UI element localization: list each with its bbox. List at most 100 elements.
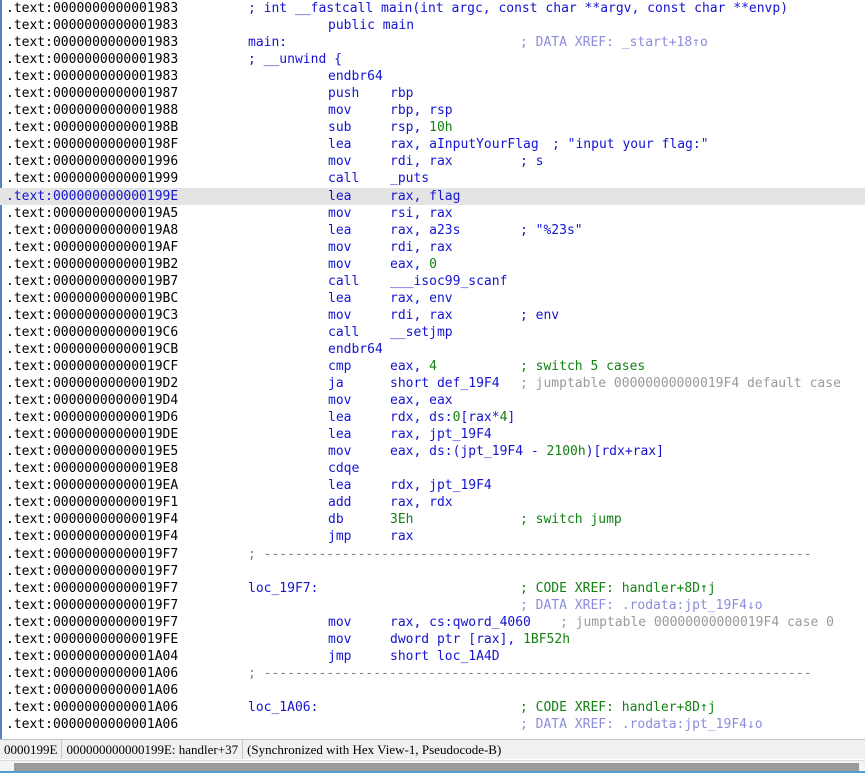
disassembly-line[interactable]: .text:0000000000001999call_puts <box>0 170 865 187</box>
instruction-mnemonic: cmp <box>328 358 351 375</box>
line-address: .text:00000000000019F7 <box>6 614 178 631</box>
disassembly-line[interactable]: .text:0000000000001983main:; DATA XREF: … <box>0 34 865 51</box>
disassembly-line[interactable]: .text:00000000000019F7; DATA XREF: .roda… <box>0 597 865 614</box>
instruction-operands[interactable]: rdi, rax <box>390 239 453 256</box>
disassembly-line[interactable]: .text:0000000000001A06 ; DATA XREF: .roda… <box>0 716 865 733</box>
instruction-operands[interactable]: rdi, rax <box>390 153 453 170</box>
line-address: .text:0000000000001A06 <box>6 716 178 733</box>
disassembly-line[interactable]: .text:00000000000019CBendbr64 <box>0 341 865 358</box>
disassembly-line[interactable]: .text:00000000000019D4moveax, eax <box>0 392 865 409</box>
disassembly-line[interactable]: .text:000000000000198Bsubrsp, 10h <box>0 119 865 136</box>
instruction-mnemonic: mov <box>328 256 351 273</box>
disassembly-line[interactable]: .text:00000000000019E8cdqe <box>0 460 865 477</box>
instruction-operands[interactable]: rsi, rax <box>390 205 453 222</box>
disassembly-line[interactable]: .text:0000000000001988movrbp, rsp <box>0 102 865 119</box>
instruction-operands[interactable]: __setjmp <box>390 324 453 341</box>
disassembly-line[interactable]: .text:00000000000019D2jashort def_19F4; … <box>0 375 865 392</box>
disassembly-listing[interactable]: .text:0000000000001983; int __fastcall m… <box>0 0 865 739</box>
instruction-operands[interactable]: ___isoc99_scanf <box>390 273 507 290</box>
horizontal-scrollbar-thumb[interactable] <box>14 763 859 771</box>
line-address: .text:00000000000019C6 <box>6 324 178 341</box>
instruction-operands[interactable]: short def_19F4 <box>390 375 500 392</box>
disassembly-line[interactable]: .text:00000000000019A5movrsi, rax <box>0 205 865 222</box>
disassembly-line[interactable]: .text:00000000000019F7loc_19F7:; CODE XR… <box>0 580 865 597</box>
instruction-operands[interactable]: rax, flag <box>390 188 460 205</box>
line-address: .text:00000000000019B2 <box>6 256 178 273</box>
instruction-operands[interactable]: rax, cs:qword_4060 <box>390 614 531 631</box>
disassembly-line[interactable]: .text:0000000000001A06; ----------------… <box>0 665 865 682</box>
line-address: .text:00000000000019F7 <box>6 580 178 597</box>
disassembly-line[interactable]: .text:00000000000019FEmovdword ptr [rax]… <box>0 631 865 648</box>
instruction-operands[interactable]: rax, aInputYourFlag <box>390 136 539 153</box>
disassembly-line[interactable]: .text:00000000000019F1addrax, rdx <box>0 494 865 511</box>
instruction-operands[interactable]: rax, rdx <box>390 494 453 511</box>
disassembly-line[interactable]: .text:0000000000001996movrdi, rax; s <box>0 153 865 170</box>
instruction-operands[interactable]: eax, 0 <box>390 256 437 273</box>
instruction-operands[interactable]: rdi, rax <box>390 307 453 324</box>
line-address: .text:000000000000198F <box>6 136 178 153</box>
instruction-comment: ; jumptable 00000000000019F4 default cas… <box>520 375 841 392</box>
disassembly-line[interactable]: .text:00000000000019F7 <box>0 563 865 580</box>
line-label[interactable]: loc_19F7: <box>248 580 318 597</box>
disassembly-line[interactable]: .text:00000000000019C6 call __setjmp <box>0 324 865 341</box>
line-label[interactable]: loc_1A06: <box>248 699 318 716</box>
disassembly-line[interactable]: .text:0000000000001983public main <box>0 17 865 34</box>
disassembly-line[interactable]: .text:00000000000019AFmovrdi, rax <box>0 239 865 256</box>
disassembly-line[interactable]: .text:00000000000019DElearax, jpt_19F4 <box>0 426 865 443</box>
disassembly-line[interactable]: .text:00000000000019B2 mov eax, 0 <box>0 256 865 273</box>
instruction-operands[interactable]: rdx, ds:0[rax*4] <box>390 409 515 426</box>
disassembly-line[interactable]: .text:0000000000001983; int __fastcall m… <box>0 0 865 17</box>
instruction-comment: ; "input your flag:" <box>552 136 709 153</box>
instruction-mnemonic: call <box>328 273 359 290</box>
disassembly-line[interactable]: .text:0000000000001A06loc_1A06:; CODE XR… <box>0 699 865 716</box>
instruction-operands[interactable]: eax, 4 <box>390 358 437 375</box>
instruction-mnemonic: mov <box>328 307 351 324</box>
disassembly-line[interactable]: .text:00000000000019F7movrax, cs:qword_4… <box>0 614 865 631</box>
disassembly-line[interactable]: .text:00000000000019C3movrdi, rax; env <box>0 307 865 324</box>
disassembly-line[interactable]: .text:00000000000019EAleardx, jpt_19F4 <box>0 477 865 494</box>
instruction-operands[interactable]: 3Eh <box>390 511 413 528</box>
line-xref-comment: ; DATA XREF: .rodata:jpt_19F4↓o <box>520 716 763 733</box>
disassembly-line[interactable]: .text:000000000000199Elearax, flag <box>0 188 865 205</box>
status-bar: 0000199E000000000000199E: handler+37(Syn… <box>0 739 865 759</box>
disassembly-line[interactable]: .text:00000000000019F4jmprax <box>0 528 865 545</box>
disassembly-line[interactable]: .text:0000000000001983; __unwind { <box>0 51 865 68</box>
line-label[interactable]: main: <box>248 34 287 51</box>
disassembly-line[interactable]: .text:00000000000019F7; ----------------… <box>0 546 865 563</box>
line-address: .text:0000000000001A06 <box>6 699 178 716</box>
disassembly-line[interactable]: .text:0000000000001983endbr64 <box>0 68 865 85</box>
disassembly-line[interactable]: .text:00000000000019CFcmpeax, 4; switch … <box>0 358 865 375</box>
instruction-operands[interactable]: rsp, 10h <box>390 119 453 136</box>
instruction-operands[interactable]: rbp, rsp <box>390 102 453 119</box>
line-address: .text:0000000000001983 <box>6 51 178 68</box>
line-address: .text:00000000000019E5 <box>6 443 178 460</box>
instruction-operands[interactable]: rbp <box>390 85 413 102</box>
instruction-operands[interactable]: dword ptr [rax], 1BF52h <box>390 631 570 648</box>
instruction-operands[interactable]: eax, eax <box>390 392 453 409</box>
disassembly-line[interactable]: .text:00000000000019D6leardx, ds:0[rax*4… <box>0 409 865 426</box>
instruction-operands[interactable]: _puts <box>390 170 429 187</box>
disassembly-line[interactable]: .text:0000000000001987pushrbp <box>0 85 865 102</box>
instruction-operands[interactable]: rax <box>390 528 413 545</box>
disassembly-line[interactable]: .text:00000000000019B7call___isoc99_scan… <box>0 273 865 290</box>
instruction-operands[interactable]: short loc_1A4D <box>390 648 500 665</box>
instruction-operands[interactable]: rax, env <box>390 290 453 307</box>
instruction-operands[interactable]: eax, ds:(jpt_19F4 - 2100h)[rdx+rax] <box>390 443 664 460</box>
instruction-mnemonic: call <box>328 324 359 341</box>
instruction-operands[interactable]: rdx, jpt_19F4 <box>390 477 492 494</box>
disassembly-line[interactable]: .text:000000000000198Flearax, aInputYour… <box>0 136 865 153</box>
disassembly-line[interactable]: .text:00000000000019A8learax, a23s; "%23… <box>0 222 865 239</box>
instruction-operands[interactable]: rax, a23s <box>390 222 460 239</box>
disassembly-line[interactable]: .text:00000000000019E5 mov eax, ds:(jpt_19… <box>0 443 865 460</box>
instruction-mnemonic: mov <box>328 153 351 170</box>
disassembly-line[interactable]: .text:00000000000019F4db3Eh; switch jump <box>0 511 865 528</box>
instruction-operands[interactable]: rax, jpt_19F4 <box>390 426 492 443</box>
instruction-mnemonic: mov <box>328 443 351 460</box>
instruction-mnemonic: push <box>328 85 359 102</box>
instruction-mnemonic: mov <box>328 631 351 648</box>
disassembly-line[interactable]: .text:0000000000001A06 <box>0 682 865 699</box>
disassembly-line[interactable]: .text:0000000000001A04jmpshort loc_1A4D <box>0 648 865 665</box>
line-address: .text:00000000000019F7 <box>6 597 178 614</box>
disassembly-line[interactable]: .text:00000000000019BClearax, env <box>0 290 865 307</box>
horizontal-scrollbar[interactable] <box>0 760 865 771</box>
